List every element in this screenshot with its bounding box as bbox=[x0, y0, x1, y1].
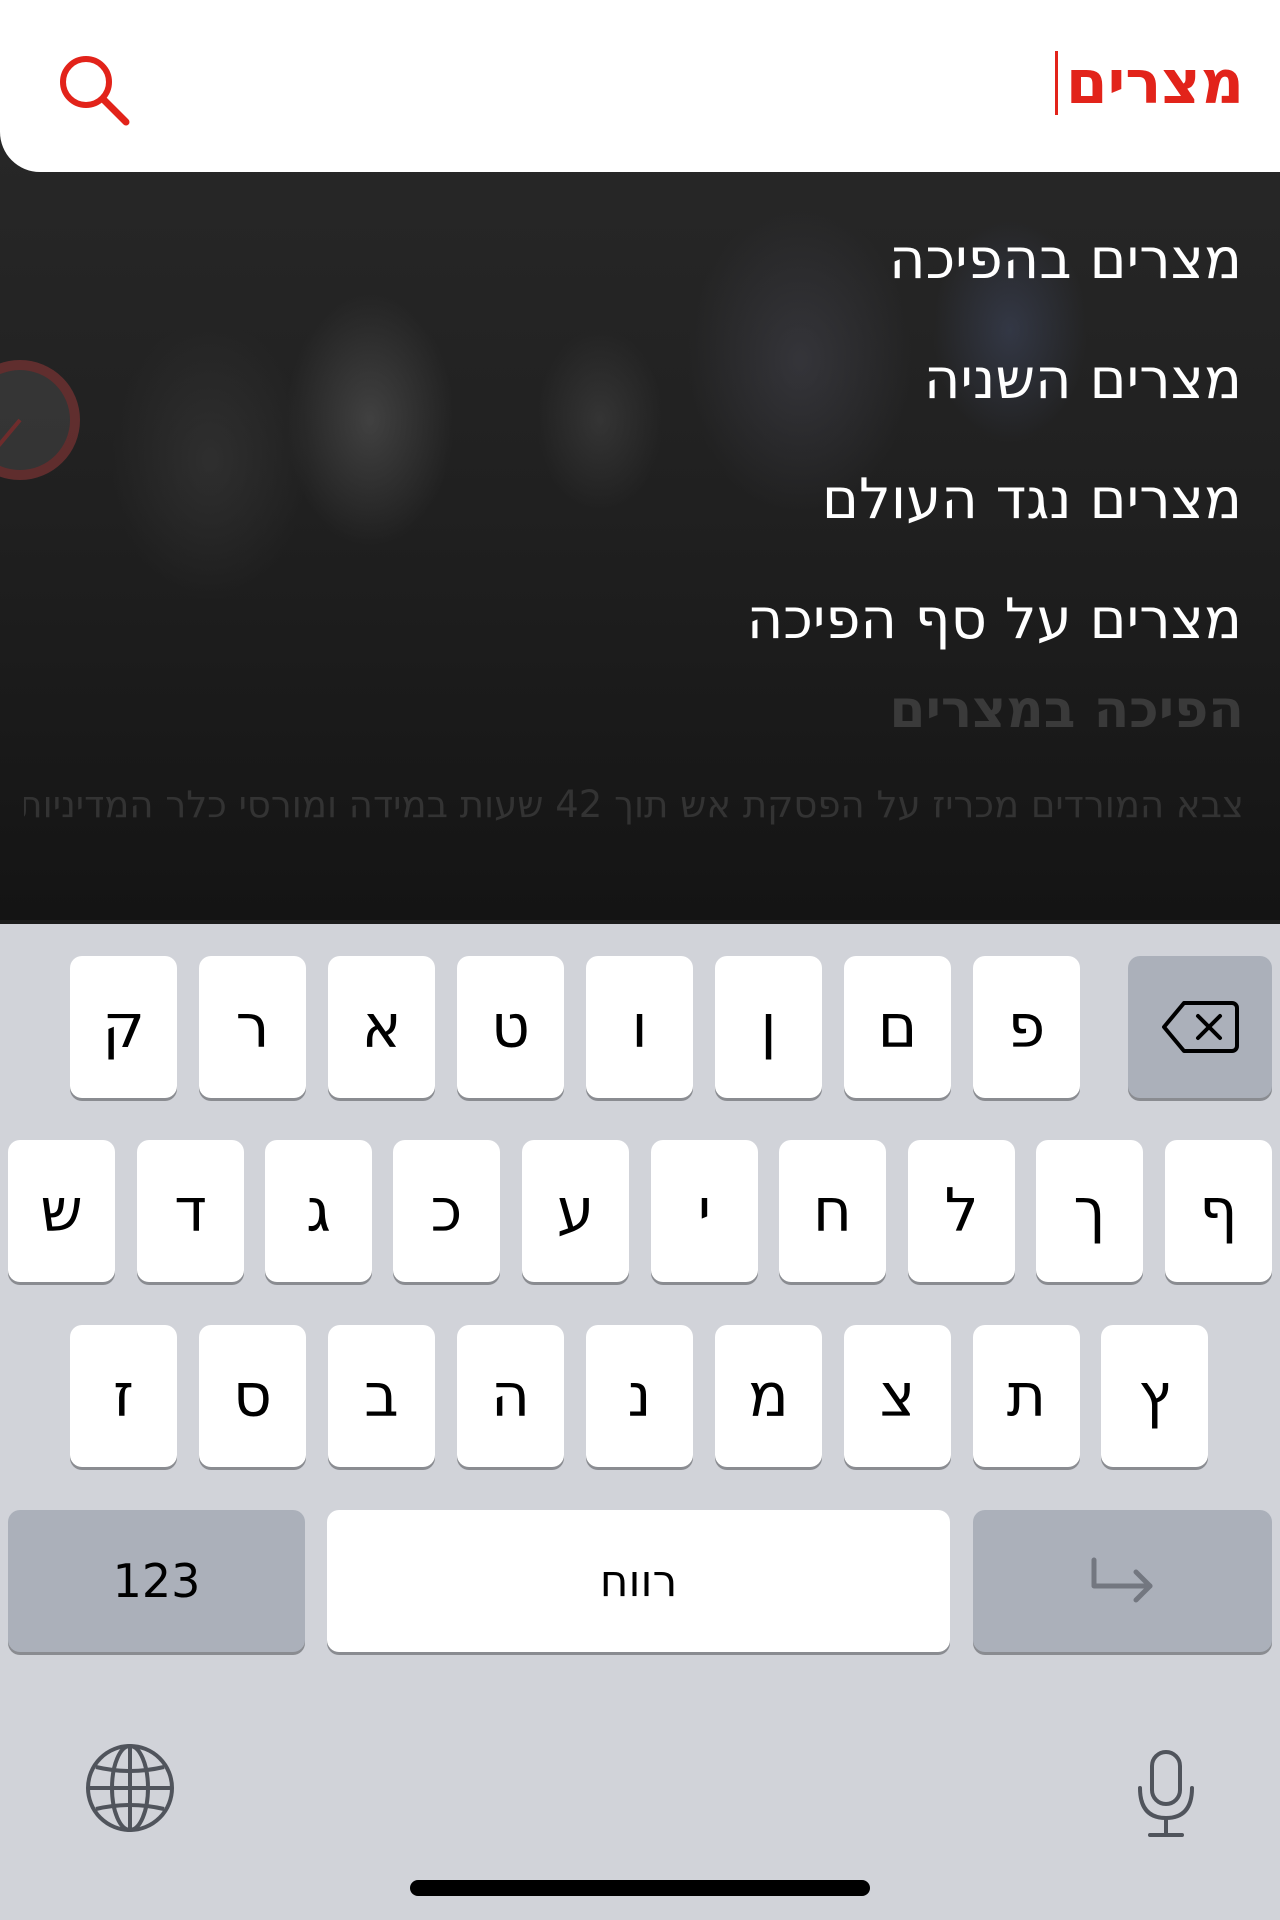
key-vav[interactable]: ו bbox=[586, 956, 693, 1098]
search-input[interactable]: מצרים bbox=[1054, 38, 1244, 128]
key-tet[interactable]: ט bbox=[457, 956, 564, 1098]
key-tav[interactable]: ת bbox=[973, 1325, 1080, 1467]
home-indicator[interactable] bbox=[410, 1880, 870, 1896]
key-final-tsadi[interactable]: ץ bbox=[1101, 1325, 1208, 1467]
search-icon[interactable] bbox=[54, 50, 134, 130]
return-icon bbox=[1091, 1557, 1152, 1603]
suggestion-item[interactable]: מצרים נגד העולם bbox=[142, 460, 1242, 580]
search-bar: מצרים bbox=[0, 0, 1280, 172]
backspace-key[interactable] bbox=[1128, 956, 1272, 1098]
backspace-icon bbox=[1162, 1001, 1239, 1053]
microphone-icon[interactable] bbox=[1134, 1748, 1198, 1840]
key-kuf[interactable]: ק bbox=[70, 956, 177, 1098]
globe-icon[interactable] bbox=[84, 1742, 176, 1834]
key-dalet[interactable]: ד bbox=[137, 1140, 244, 1282]
key-shin[interactable]: ש bbox=[8, 1140, 115, 1282]
key-final-nun[interactable]: ן bbox=[715, 956, 822, 1098]
key-mem[interactable]: מ bbox=[715, 1325, 822, 1467]
key-final-mem[interactable]: ם bbox=[844, 956, 951, 1098]
numbers-key[interactable]: 123 bbox=[8, 1510, 305, 1652]
key-gimel[interactable]: ג bbox=[265, 1140, 372, 1282]
key-lamed[interactable]: ל bbox=[908, 1140, 1015, 1282]
key-samekh[interactable]: ס bbox=[199, 1325, 306, 1467]
key-bet[interactable]: ב bbox=[328, 1325, 435, 1467]
key-yod[interactable]: י bbox=[651, 1140, 758, 1282]
space-key[interactable]: רווח bbox=[327, 1510, 950, 1652]
key-nun[interactable]: נ bbox=[586, 1325, 693, 1467]
return-key[interactable] bbox=[973, 1510, 1272, 1652]
suggestion-item[interactable]: מצרים על סף הפיכה bbox=[142, 580, 1242, 700]
key-final-pe[interactable]: ף bbox=[1165, 1140, 1272, 1282]
key-alef[interactable]: א bbox=[328, 956, 435, 1098]
key-he[interactable]: ה bbox=[457, 1325, 564, 1467]
search-query: מצרים bbox=[1065, 48, 1244, 118]
key-final-kaf[interactable]: ך bbox=[1036, 1140, 1143, 1282]
search-suggestions-list: מצרים בהפיכה מצרים השניה מצרים נגד העולם… bbox=[142, 220, 1242, 700]
article-description: צבא המורדים מכריז על הפסקת אש תוך 42 שעו… bbox=[24, 783, 1244, 826]
key-tsadi[interactable]: צ bbox=[844, 1325, 951, 1467]
key-pe[interactable]: פ bbox=[973, 956, 1080, 1098]
suggestion-item[interactable]: מצרים השניה bbox=[142, 340, 1242, 460]
key-kaf[interactable]: כ bbox=[393, 1140, 500, 1282]
suggestion-item[interactable]: מצרים בהפיכה bbox=[142, 220, 1242, 340]
key-zayin[interactable]: ז bbox=[70, 1325, 177, 1467]
key-het[interactable]: ח bbox=[779, 1140, 886, 1282]
key-ayin[interactable]: ע bbox=[522, 1140, 629, 1282]
text-caret bbox=[1054, 51, 1058, 115]
keyboard: ק ר א ט ו ן ם פ ש ד ג כ ע י ח ל ך ף ז ס … bbox=[0, 924, 1280, 1920]
key-resh[interactable]: ר bbox=[199, 956, 306, 1098]
